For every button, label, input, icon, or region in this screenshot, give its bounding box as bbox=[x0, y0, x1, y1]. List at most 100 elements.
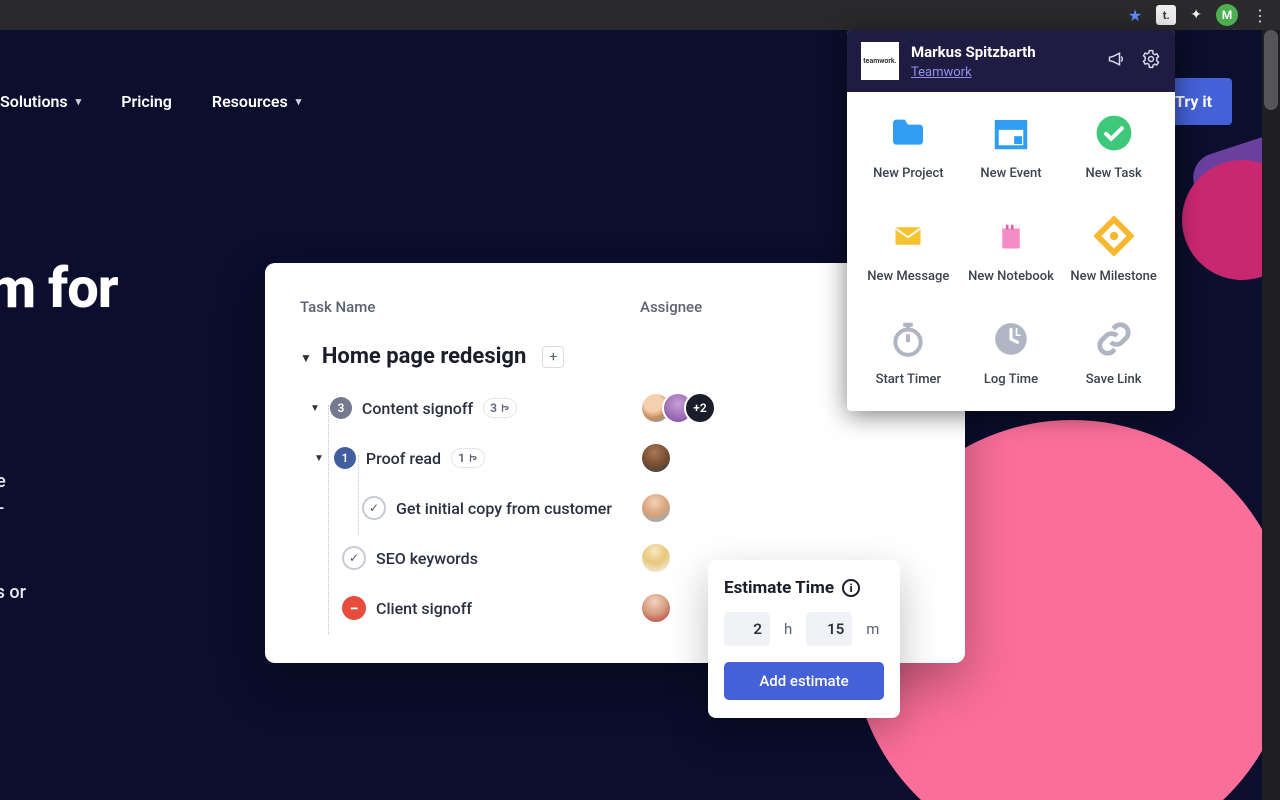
action-new-task[interactable]: New Task bbox=[1062, 112, 1165, 181]
task-name: Client signoff bbox=[376, 599, 472, 618]
action-label: Log Time bbox=[984, 372, 1038, 387]
action-new-message[interactable]: New Message bbox=[857, 215, 960, 284]
estimate-title: Estimate Time bbox=[724, 578, 834, 598]
subtask-count-badge: 3 bbox=[330, 397, 352, 419]
action-label: New Event bbox=[980, 166, 1041, 181]
check-circle-icon bbox=[1093, 112, 1135, 154]
nav-solutions-label: Solutions bbox=[0, 92, 68, 111]
table-header: Task Name Assignee bbox=[300, 298, 940, 338]
action-label: Start Timer bbox=[876, 372, 942, 387]
assignee-stack[interactable] bbox=[640, 492, 672, 524]
action-label: Save Link bbox=[1086, 372, 1142, 387]
action-label: New Project bbox=[873, 166, 944, 181]
assignee-stack[interactable]: +2 bbox=[640, 392, 716, 424]
avatar bbox=[640, 542, 672, 574]
action-new-notebook[interactable]: New Notebook bbox=[960, 215, 1063, 284]
notebook-icon bbox=[990, 215, 1032, 257]
profile-avatar[interactable]: M bbox=[1216, 4, 1238, 26]
nav-resources-label: Resources bbox=[212, 92, 288, 111]
action-label: New Message bbox=[867, 269, 949, 284]
action-label: New Notebook bbox=[968, 269, 1054, 284]
extensions-puzzle-icon[interactable]: ✦ bbox=[1190, 7, 1202, 23]
table-row[interactable]: ▼ 3 Content signoff 3 +2 bbox=[300, 383, 940, 433]
gear-icon[interactable] bbox=[1141, 49, 1161, 73]
action-new-milestone[interactable]: New Milestone bbox=[1062, 215, 1165, 284]
add-estimate-label: Add estimate bbox=[759, 672, 848, 690]
browser-menu-icon[interactable]: ⋮ bbox=[1252, 6, 1268, 25]
add-estimate-button[interactable]: Add estimate bbox=[724, 662, 884, 700]
milestone-diamond-icon bbox=[1093, 215, 1135, 257]
collapse-triangle-icon[interactable]: ▼ bbox=[314, 453, 324, 464]
collapse-triangle-icon[interactable]: ▼ bbox=[300, 351, 312, 365]
assignee-stack[interactable] bbox=[640, 592, 672, 624]
extension-actions-grid: New Project New Event New Task New Messa… bbox=[847, 92, 1175, 411]
chevron-down-icon: ▾ bbox=[76, 95, 82, 108]
add-task-button[interactable]: + bbox=[542, 346, 564, 368]
info-icon[interactable]: i bbox=[842, 579, 860, 597]
task-name: Proof read bbox=[366, 449, 441, 468]
remove-circle-icon[interactable]: − bbox=[342, 596, 366, 620]
minutes-label: m bbox=[866, 620, 879, 638]
action-log-time[interactable]: L Log Time bbox=[960, 318, 1063, 387]
decor-circle-small bbox=[1165, 143, 1262, 297]
browser-toolbar: ★ t. ✦ M ⋮ bbox=[0, 0, 1280, 30]
action-save-link[interactable]: Save Link bbox=[1062, 318, 1165, 387]
hero-text: every billable delivered on- bbox=[0, 468, 6, 522]
nav-pricing-label: Pricing bbox=[121, 92, 172, 111]
action-new-project[interactable]: New Project bbox=[857, 112, 960, 181]
task-name: Get initial copy from customer bbox=[396, 499, 612, 518]
collapse-triangle-icon[interactable]: ▼ bbox=[310, 403, 320, 414]
scrollbar-thumb[interactable] bbox=[1264, 30, 1278, 110]
action-label: New Task bbox=[1085, 166, 1141, 181]
svg-text:L: L bbox=[1015, 326, 1021, 339]
chevron-down-icon: ▾ bbox=[296, 95, 302, 108]
link-icon bbox=[1093, 318, 1135, 360]
col-assignee: Assignee bbox=[640, 298, 702, 316]
scrollbar[interactable] bbox=[1262, 30, 1280, 800]
subtask-badge: 3 bbox=[483, 398, 517, 418]
complete-circle-icon[interactable]: ✓ bbox=[362, 496, 386, 520]
action-new-event[interactable]: New Event bbox=[960, 112, 1063, 181]
subtask-badge: 1 bbox=[451, 448, 485, 468]
hours-label: h bbox=[784, 620, 792, 638]
complete-circle-icon[interactable]: ✓ bbox=[342, 546, 366, 570]
user-full-name: Markus Spitzbarth bbox=[911, 43, 1095, 61]
group-title: Home page redesign bbox=[322, 344, 526, 369]
action-start-timer[interactable]: Start Timer bbox=[857, 318, 960, 387]
avatar bbox=[640, 592, 672, 624]
hours-input[interactable]: 2 bbox=[724, 612, 770, 646]
task-name: Content signoff bbox=[362, 399, 473, 418]
extension-popup: teamwork. Markus Spitzbarth Teamwork New… bbox=[847, 30, 1175, 411]
task-group[interactable]: ▼ Home page redesign + bbox=[300, 338, 940, 383]
calendar-icon bbox=[990, 112, 1032, 154]
subtask-count-badge: 1 bbox=[334, 447, 356, 469]
nav-pricing[interactable]: Pricing bbox=[121, 92, 172, 111]
action-label: New Milestone bbox=[1070, 269, 1156, 284]
minutes-input[interactable]: 15 bbox=[806, 612, 852, 646]
more-assignees-badge: +2 bbox=[684, 392, 716, 424]
org-link[interactable]: Teamwork bbox=[911, 65, 972, 80]
clock-icon: L bbox=[990, 318, 1032, 360]
extension-header: teamwork. Markus Spitzbarth Teamwork bbox=[847, 30, 1175, 92]
nav-resources[interactable]: Resources ▾ bbox=[212, 92, 301, 111]
table-row[interactable]: ✓ Get initial copy from customer bbox=[300, 483, 940, 533]
avatar bbox=[640, 442, 672, 474]
avatar bbox=[640, 492, 672, 524]
hero-text: t, everythingces business or bbox=[0, 552, 26, 606]
table-row[interactable]: ▼ 1 Proof read 1 bbox=[300, 433, 940, 483]
hero-title: tform for bbox=[0, 255, 118, 321]
envelope-icon bbox=[887, 215, 929, 257]
extension-badge-icon[interactable]: t. bbox=[1156, 5, 1176, 25]
estimate-popover: Estimate Time i 2 h 15 m Add estimate bbox=[708, 560, 900, 718]
assignee-stack[interactable] bbox=[640, 442, 672, 474]
col-task: Task Name bbox=[300, 298, 640, 316]
stopwatch-icon bbox=[887, 318, 929, 360]
assignee-stack[interactable] bbox=[640, 542, 672, 574]
megaphone-icon[interactable] bbox=[1107, 49, 1127, 73]
bookmark-star-icon[interactable]: ★ bbox=[1128, 6, 1142, 25]
task-name: SEO keywords bbox=[376, 549, 478, 568]
nav-solutions[interactable]: Solutions ▾ bbox=[0, 92, 81, 111]
teamwork-logo: teamwork. bbox=[861, 42, 899, 80]
folder-icon bbox=[887, 112, 929, 154]
try-it-label: Try it bbox=[1175, 92, 1212, 111]
